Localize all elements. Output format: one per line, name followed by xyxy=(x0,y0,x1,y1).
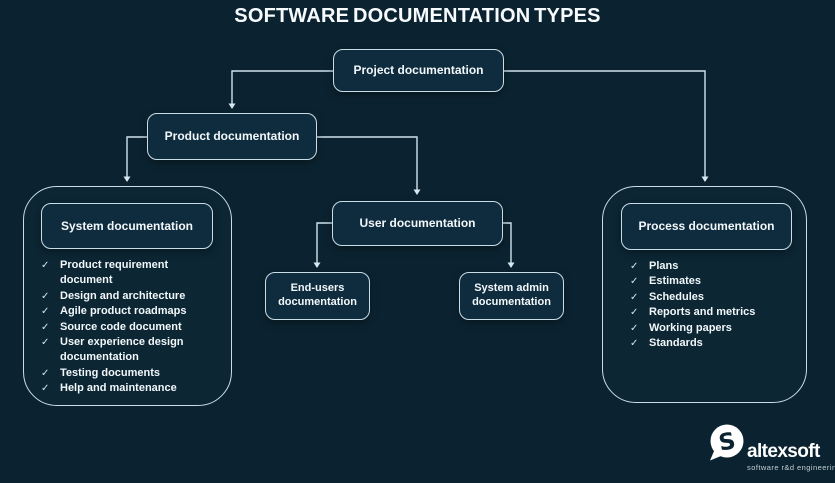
diagram-canvas: SOFTWARE DOCUMENTATION TYPES Project doc… xyxy=(0,0,835,483)
checklist-item: ✓ Estimates xyxy=(630,274,755,289)
node-label: Process documentation xyxy=(638,219,774,234)
brand-logo: S altexsoft software r&d engineering xyxy=(706,423,832,480)
connector-user-to-endusers xyxy=(317,223,332,267)
check-icon: ✓ xyxy=(41,335,51,350)
checklist-item-text: Standards xyxy=(649,336,703,351)
connector-product-to-system xyxy=(127,137,147,181)
node-user-documentation: User documentation xyxy=(332,201,503,246)
node-system-documentation: System documentation xyxy=(41,203,213,249)
check-icon: ✓ xyxy=(630,259,640,274)
checklist-item: ✓ Agile product roadmaps xyxy=(41,304,192,319)
check-icon: ✓ xyxy=(41,289,51,304)
node-system-admin-documentation: System admin documentation xyxy=(459,272,564,320)
node-label: User documentation xyxy=(359,216,475,231)
checklist-item-text: Reports and metrics xyxy=(649,305,755,320)
checklist-item-text: Estimates xyxy=(649,274,701,289)
checklist-item: ✓ Source code document xyxy=(41,320,192,335)
brand-tagline: software r&d engineering xyxy=(747,463,832,472)
node-process-documentation: Process documentation xyxy=(621,203,792,250)
altexsoft-logo-icon: S xyxy=(706,423,746,463)
brand-text: altexsoft software r&d engineering xyxy=(747,442,832,472)
process-checklist: ✓ Plans ✓ Estimates ✓ Schedules ✓ Reports and m… xyxy=(630,259,755,351)
checklist-item-text: Testing documents xyxy=(60,366,160,381)
check-icon: ✓ xyxy=(41,381,51,396)
checklist-item: ✓ Schedules xyxy=(630,290,755,305)
checklist-item-text: Plans xyxy=(649,259,678,274)
check-icon: ✓ xyxy=(41,320,51,335)
check-icon: ✓ xyxy=(41,304,51,319)
group-system-documentation: System documentation ✓ Product requiremen… xyxy=(23,186,232,406)
checklist-item: ✓ Working papers xyxy=(630,321,755,336)
checklist-item-text: Design and architecture xyxy=(60,289,185,304)
checklist-item: ✓ Product requirement document xyxy=(41,258,192,289)
check-icon: ✓ xyxy=(41,258,51,273)
connector-user-to-sysadmin xyxy=(503,223,511,267)
checklist-item: ✓ Testing documents xyxy=(41,366,192,381)
checklist-item: ✓ Help and maintenance xyxy=(41,381,192,396)
checklist-item: ✓ Design and architecture xyxy=(41,289,192,304)
node-label: System documentation xyxy=(61,219,193,234)
checklist-item-text: Schedules xyxy=(649,290,704,305)
checklist-item-text: Source code document xyxy=(60,320,182,335)
group-process-documentation: Process documentation ✓ Plans ✓ Estimates ✓ S… xyxy=(602,186,807,403)
brand-name: altexsoft xyxy=(747,442,832,462)
node-label: System admin documentation xyxy=(466,282,557,310)
node-label: End-users documentation xyxy=(272,282,363,310)
node-end-users-documentation: End-users documentation xyxy=(265,272,370,320)
node-label: Project documentation xyxy=(353,63,483,78)
checklist-item-text: Agile product roadmaps xyxy=(60,304,187,319)
node-label: Product documentation xyxy=(165,129,300,144)
checklist-item-text: Working papers xyxy=(649,321,732,336)
system-checklist: ✓ Product requirement document ✓ Design and… xyxy=(41,258,192,397)
check-icon: ✓ xyxy=(630,321,640,336)
checklist-item-text: User experience design documentation xyxy=(60,335,192,366)
checklist-item-text: Product requirement document xyxy=(60,258,192,289)
check-icon: ✓ xyxy=(630,290,640,305)
node-project-documentation: Project documentation xyxy=(333,49,504,92)
checklist-item: ✓ Plans xyxy=(630,259,755,274)
connector-project-to-product xyxy=(232,71,333,108)
check-icon: ✓ xyxy=(630,274,640,289)
connector-project-to-process xyxy=(504,71,705,181)
checklist-item: ✓ User experience design documentation xyxy=(41,335,192,366)
check-icon: ✓ xyxy=(41,366,51,381)
checklist-item-text: Help and maintenance xyxy=(60,381,177,396)
checklist-item: ✓ Reports and metrics xyxy=(630,305,755,320)
node-product-documentation: Product documentation xyxy=(147,113,317,160)
check-icon: ✓ xyxy=(630,336,640,351)
checklist-item: ✓ Standards xyxy=(630,336,755,351)
connector-product-to-user xyxy=(317,137,417,194)
check-icon: ✓ xyxy=(630,305,640,320)
